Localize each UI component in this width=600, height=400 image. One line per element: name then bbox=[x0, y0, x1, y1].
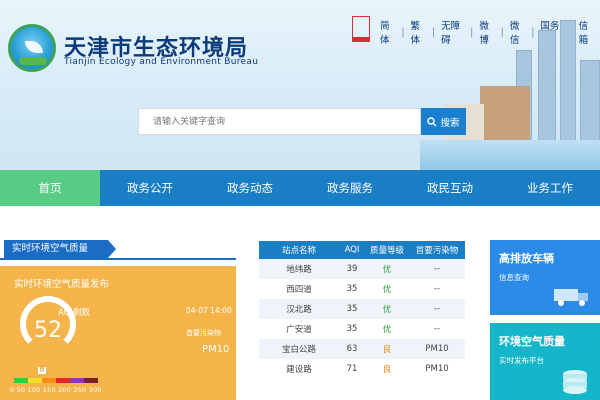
aq-level-tag: 良 bbox=[38, 367, 46, 374]
aqi-color-scale bbox=[14, 378, 98, 383]
station-level: 优 bbox=[382, 305, 392, 315]
card-subtitle: 信息查询 bbox=[499, 273, 529, 282]
nav-gov-news[interactable]: 政务动态 bbox=[200, 170, 300, 206]
search-input[interactable] bbox=[139, 109, 420, 135]
search-box bbox=[138, 108, 421, 135]
aq-card-title: 实时环境空气质量发布 bbox=[14, 279, 110, 290]
station-aqi: 35 bbox=[346, 304, 358, 314]
nav-gov-affairs-public[interactable]: 政务公开 bbox=[100, 170, 200, 206]
station-aqi: 71 bbox=[346, 364, 358, 374]
station-level: 优 bbox=[382, 325, 392, 335]
nav-gov-services[interactable]: 政务服务 bbox=[300, 170, 400, 206]
station-name: 广安道 bbox=[286, 325, 312, 335]
tab-underline bbox=[0, 258, 236, 260]
scale-seg-3 bbox=[56, 378, 70, 383]
scale-seg-4 bbox=[70, 378, 84, 383]
card-subtitle: 实时发布平台 bbox=[499, 356, 544, 365]
station-name: 宝白公路 bbox=[281, 345, 316, 355]
station-level: 优 bbox=[382, 265, 392, 275]
table-row[interactable]: 地纬路 39 优 -- bbox=[259, 259, 465, 279]
station-aqi: 39 bbox=[346, 264, 358, 274]
primary-pollutant-value: PM10 bbox=[202, 344, 230, 355]
table-row[interactable]: 建设路 71 良 PM10 bbox=[259, 359, 465, 379]
station-pollutant: -- bbox=[433, 304, 441, 314]
main-nav: 首页 政务公开 政务动态 政务服务 政民互动 业务工作 bbox=[0, 170, 600, 206]
header-station: 站点名称 bbox=[281, 246, 316, 256]
search-icon bbox=[427, 116, 437, 126]
station-pollutant: PM10 bbox=[425, 364, 449, 374]
seal-stamp-base bbox=[352, 38, 370, 42]
primary-pollutant-label: 首要污染物 bbox=[186, 329, 221, 337]
scale-seg-1 bbox=[28, 378, 42, 383]
header-level: 质量等级 bbox=[369, 246, 404, 256]
table-header: 站点名称 AQI 质量等级 首要污染物 bbox=[259, 241, 465, 259]
station-aqi: 63 bbox=[346, 344, 358, 354]
air-quality-tab[interactable]: 实时环境空气质量 bbox=[4, 240, 116, 258]
nav-home[interactable]: 首页 bbox=[0, 170, 100, 206]
city-skyline-image bbox=[420, 20, 600, 170]
aqi-scale-labels: 0 50 100 150 200 250 300 bbox=[10, 386, 102, 394]
nav-business-work[interactable]: 业务工作 bbox=[500, 170, 600, 206]
logo-leaf bbox=[25, 41, 43, 53]
truck-icon bbox=[554, 289, 588, 306]
station-table: 站点名称 AQI 质量等级 首要污染物 地纬路 39 优 -- 西四道 35 优… bbox=[259, 241, 465, 379]
station-name: 建设路 bbox=[286, 365, 312, 375]
table-row[interactable]: 西四道 35 优 -- bbox=[259, 279, 465, 299]
station-pollutant: -- bbox=[433, 284, 441, 294]
high-emission-vehicle-card[interactable]: 高排放车辆 信息查询 bbox=[490, 240, 600, 315]
table-row[interactable]: 广安道 35 优 -- bbox=[259, 319, 465, 339]
nav-interaction[interactable]: 政民互动 bbox=[400, 170, 500, 206]
air-quality-platform-card[interactable]: 环境空气质量 实时发布平台 bbox=[490, 323, 600, 400]
station-pollutant: -- bbox=[433, 324, 441, 334]
logo-base bbox=[19, 57, 47, 65]
air-quality-card[interactable]: 实时环境空气质量发布 AQI剩数 52 04-07 14:00 首要污染物 PM… bbox=[0, 266, 236, 400]
station-name: 汉北路 bbox=[286, 305, 312, 315]
scale-seg-5 bbox=[84, 378, 98, 383]
page: 天津市生态环境局 Tianjin Ecology and Environment… bbox=[0, 0, 600, 400]
header-pollutant: 首要污染物 bbox=[415, 246, 459, 256]
station-aqi: 35 bbox=[346, 324, 358, 334]
scale-seg-0 bbox=[14, 378, 28, 383]
bureau-logo-icon[interactable] bbox=[8, 24, 56, 72]
station-name: 西四道 bbox=[286, 285, 312, 295]
header-aqi: AQI bbox=[344, 245, 360, 255]
table-row[interactable]: 汉北路 35 优 -- bbox=[259, 299, 465, 319]
search-button[interactable]: 搜索 bbox=[421, 108, 466, 135]
aqi-label: AQI剩数 bbox=[58, 308, 90, 318]
table-row[interactable]: 宝白公路 63 良 PM10 bbox=[259, 339, 465, 359]
seal-stamp-icon bbox=[352, 16, 370, 38]
station-name: 地纬路 bbox=[286, 265, 312, 275]
scale-seg-2 bbox=[42, 378, 56, 383]
station-level: 良 bbox=[382, 365, 392, 375]
station-pollutant: -- bbox=[433, 264, 441, 274]
aqi-value: 52 bbox=[34, 318, 62, 343]
station-aqi: 35 bbox=[346, 284, 358, 294]
aq-timestamp: 04-07 14:00 bbox=[186, 306, 232, 315]
station-level: 优 bbox=[382, 285, 392, 295]
toplink-simplified[interactable]: 简体 bbox=[374, 18, 401, 46]
station-pollutant: PM10 bbox=[425, 344, 449, 354]
card-title: 高排放车辆 bbox=[499, 252, 554, 265]
header-banner: 天津市生态环境局 Tianjin Ecology and Environment… bbox=[0, 0, 600, 170]
search-button-label: 搜索 bbox=[440, 117, 460, 129]
card-title: 环境空气质量 bbox=[499, 335, 565, 348]
database-stack-icon bbox=[563, 370, 587, 394]
site-subtitle: Tianjin Ecology and Environment Bureau bbox=[64, 57, 259, 67]
station-level: 良 bbox=[382, 345, 392, 355]
